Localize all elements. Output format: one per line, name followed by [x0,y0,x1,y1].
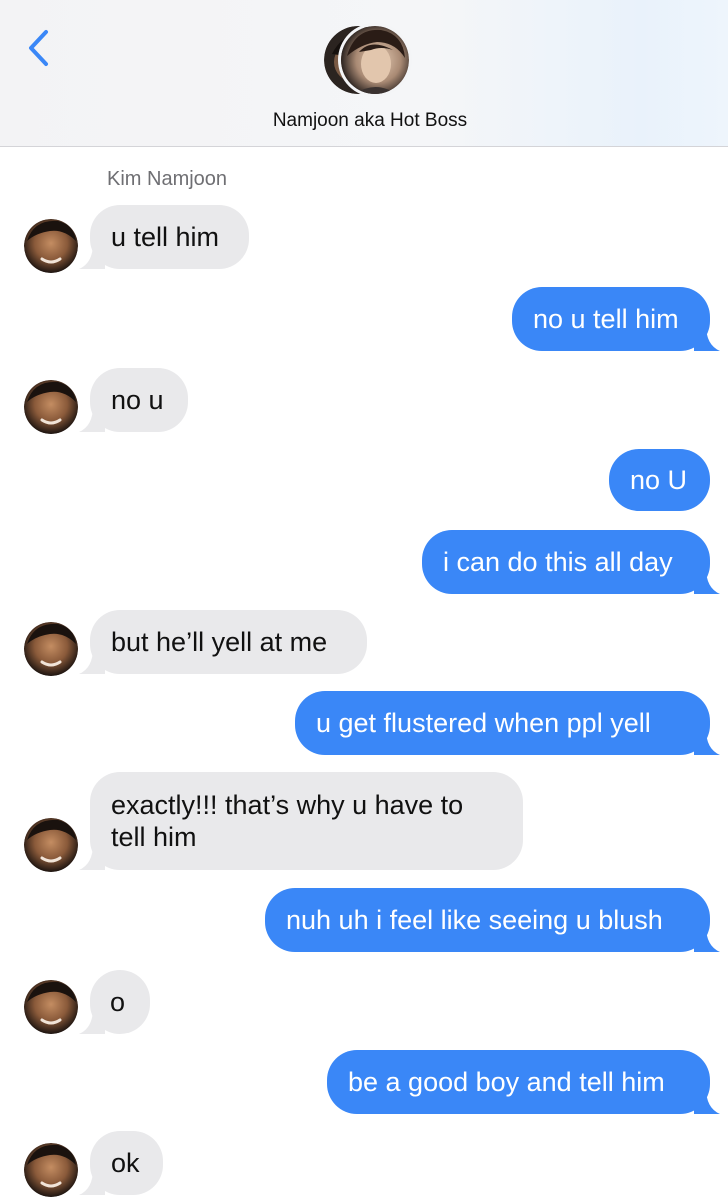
message-row: no u [0,368,728,434]
message-row: no u tell him [0,287,728,351]
incoming-bubble-tail [79,844,105,870]
avatar [24,622,78,676]
avatar [24,380,78,434]
outgoing-bubble-tail [694,568,720,594]
sender-name: Kim Namjoon [107,168,228,190]
avatar [24,219,78,273]
message-text: be a good boy and tell him [348,1067,665,1097]
back-button[interactable] [20,26,60,70]
message-text: ok [111,1148,140,1178]
message-text: no u tell him [533,304,679,334]
outgoing-bubble-tail [694,325,720,351]
message-text: o [110,987,126,1017]
avatar [24,1143,78,1197]
message-text: nuh uh i feel like seeing u blush [286,905,663,935]
message-row: u get flustered when ppl yell [0,691,728,755]
incoming-bubble-tail [79,243,105,269]
message-text: but he’ll yell at me [111,627,328,657]
message-text: no u [111,385,164,415]
incoming-bubble-tail [79,1008,105,1034]
outgoing-message-bubble[interactable]: be a good boy and tell him [327,1050,710,1114]
outgoing-bubble-tail [694,729,720,755]
message-row: but he’ll yell at me [0,610,728,676]
incoming-bubble-tail [79,648,105,674]
message-row: u tell him [0,205,728,273]
incoming-bubble-tail [79,1169,105,1195]
incoming-message-bubble[interactable]: exactly!!! that’s why u have to tell him [90,772,523,870]
incoming-message-bubble[interactable]: but he’ll yell at me [90,610,367,674]
avatar [24,818,78,872]
message-row: o [0,970,728,1034]
message-row: ok [0,1131,728,1197]
outgoing-message-bubble[interactable]: no u tell him [512,287,710,351]
chevron-left-icon [29,30,48,66]
outgoing-bubble-tail [694,926,720,952]
message-text: i can do this all day [443,547,673,577]
avatar [341,26,409,94]
outgoing-message-bubble[interactable]: i can do this all day [422,530,710,594]
message-row: i can do this all day [0,530,728,594]
incoming-bubble-tail [79,406,105,432]
avatar [24,980,78,1034]
conversation-header: Namjoon aka Hot Boss [0,0,728,147]
message-row: exactly!!! that’s why u have to tell him [0,772,728,872]
contact-avatar-group[interactable] [324,26,420,102]
message-text: exactly!!! that’s why u have to tell him [111,790,464,852]
contact-name[interactable]: Namjoon aka Hot Boss [0,110,728,132]
outgoing-message-bubble[interactable]: no U [609,449,710,511]
message-text: no U [630,465,688,495]
message-text: u get flustered when ppl yell [316,708,651,738]
message-text: u tell him [111,222,220,252]
outgoing-message-bubble[interactable]: u get flustered when ppl yell [295,691,710,755]
outgoing-message-bubble[interactable]: nuh uh i feel like seeing u blush [265,888,710,952]
message-row: nuh uh i feel like seeing u blush [0,888,728,952]
message-row: be a good boy and tell him [0,1050,728,1114]
incoming-message-bubble[interactable]: u tell him [90,205,249,269]
message-row: no U [0,449,728,511]
outgoing-bubble-tail [694,1088,720,1114]
